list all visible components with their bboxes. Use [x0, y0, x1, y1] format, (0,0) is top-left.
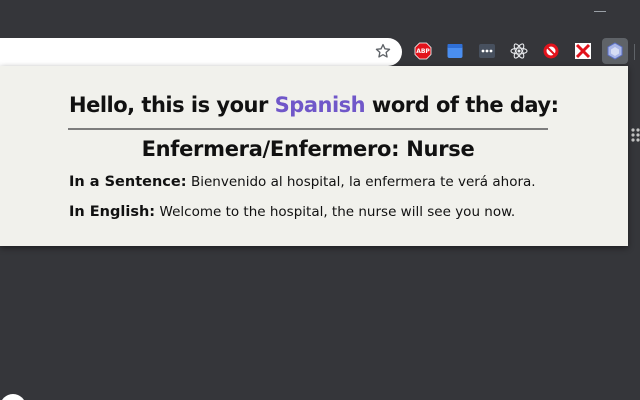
heading-divider	[68, 128, 548, 130]
star-icon[interactable]	[374, 42, 392, 60]
react-icon[interactable]	[509, 41, 529, 61]
minimize-icon[interactable]	[594, 11, 606, 12]
svg-text:ABP: ABP	[416, 48, 430, 55]
toolbar-divider	[634, 44, 635, 60]
heading-prefix: Hello, this is your	[69, 93, 268, 117]
corner-button[interactable]	[0, 394, 26, 400]
red-x-icon[interactable]	[573, 41, 593, 61]
tab-strip	[0, 0, 640, 36]
english-row: In English: Welcome to the hospital, the…	[69, 204, 619, 220]
adblock-plus-icon[interactable]: ABP	[413, 41, 433, 61]
word-of-day-icon[interactable]	[605, 41, 625, 61]
popup-heading: Hello, this is your Spanish word of the …	[69, 93, 559, 123]
word-of-the-day: Enfermera/Enfermero: Nurse	[141, 137, 475, 161]
dots-icon[interactable]	[477, 41, 497, 61]
sentence-row: In a Sentence: Bienvenido al hospital, l…	[69, 174, 619, 190]
drag-handle-icon	[631, 128, 640, 142]
english-text: Welcome to the hospital, the nurse will …	[159, 204, 516, 220]
heading-suffix: word of the day:	[371, 93, 559, 117]
sentence-text: Bienvenido al hospital, la enfermera te …	[190, 174, 536, 190]
english-label: In English:	[69, 204, 156, 220]
blocked-icon[interactable]	[541, 41, 561, 61]
sentence-label: In a Sentence:	[69, 174, 187, 190]
blue-window-icon[interactable]	[445, 41, 465, 61]
heading-language: Spanish	[274, 93, 366, 117]
address-bar[interactable]	[0, 38, 402, 66]
